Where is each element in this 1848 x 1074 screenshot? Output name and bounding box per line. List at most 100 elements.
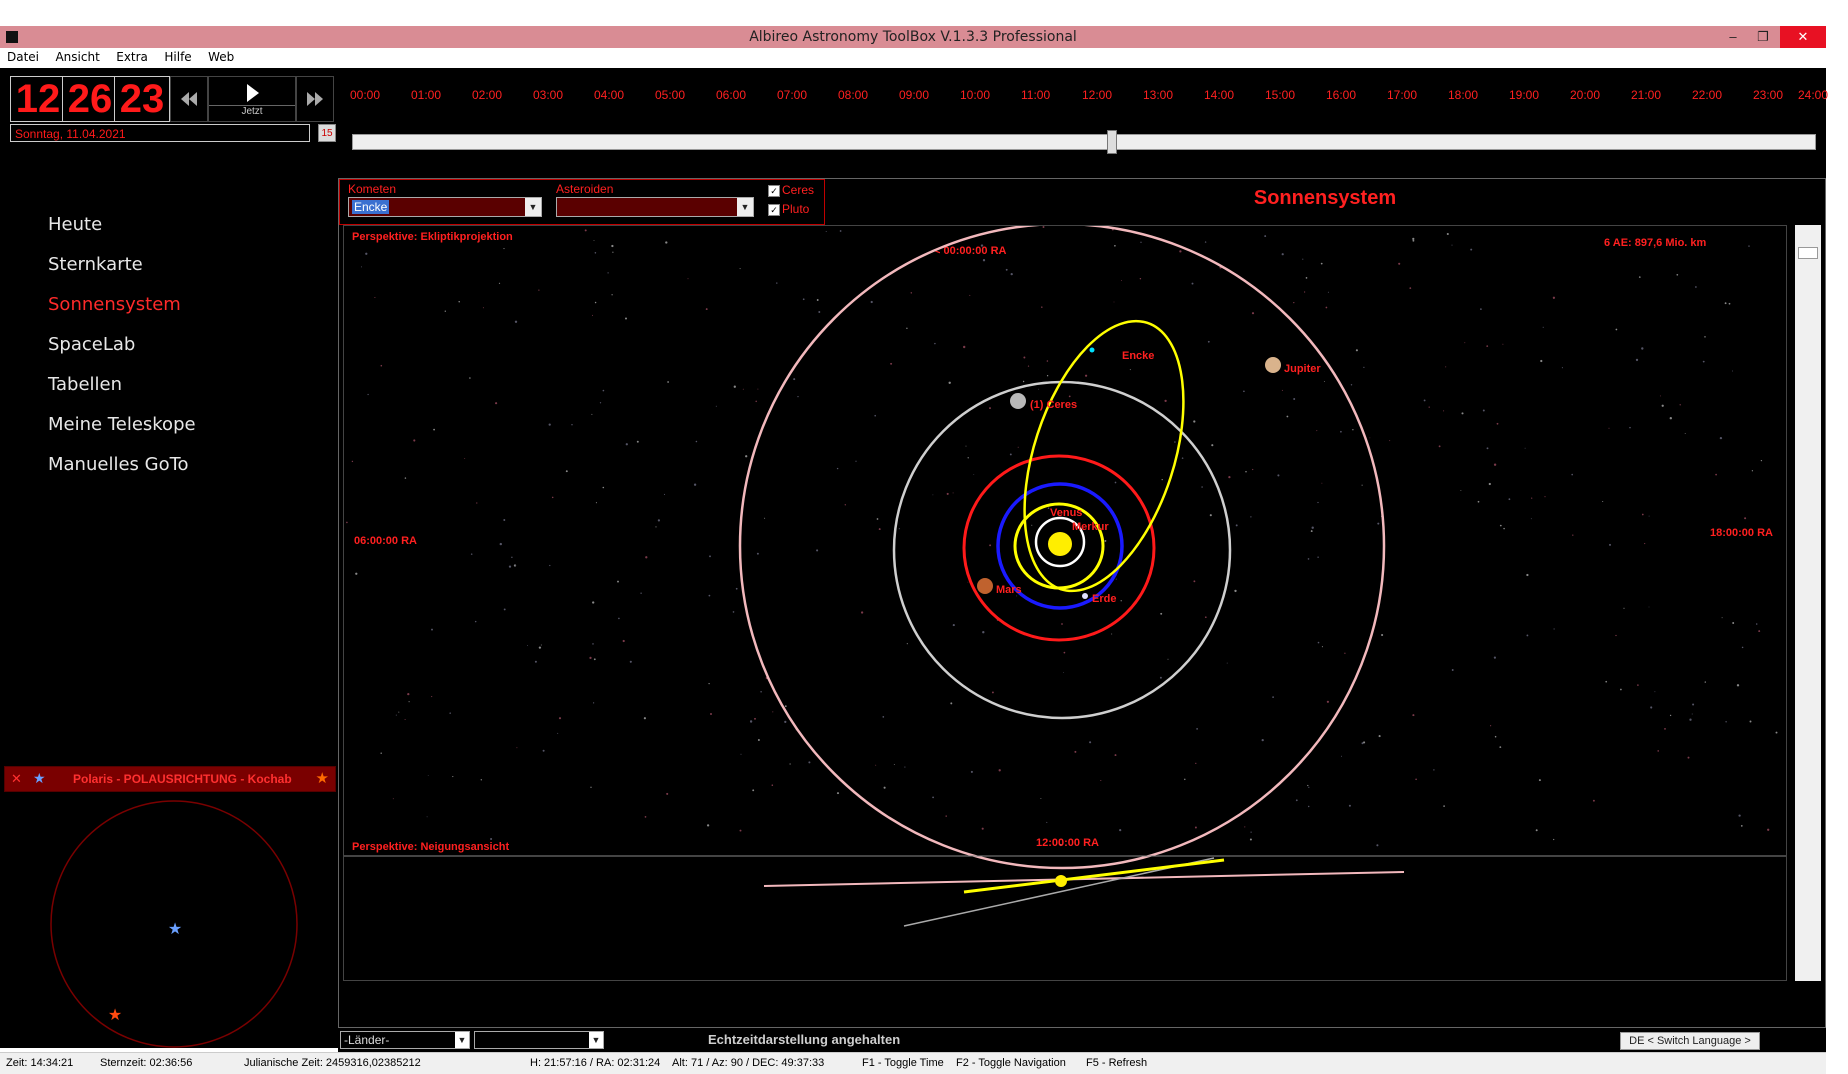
sidebar-item-sonnensystem[interactable]: Sonnensystem <box>48 294 181 315</box>
sidebar-item-tabellen[interactable]: Tabellen <box>48 374 122 395</box>
menu-ansicht[interactable]: Ansicht <box>50 48 104 66</box>
hour-label: 12:00 <box>1082 88 1113 102</box>
background-star <box>1524 447 1526 449</box>
time-slider-track[interactable] <box>352 134 1816 150</box>
background-star <box>1017 446 1019 448</box>
play-now-button[interactable]: Jetzt <box>208 76 296 122</box>
background-star <box>1684 433 1686 435</box>
minimize-button[interactable]: – <box>1718 26 1748 48</box>
sidebar-item-meine-teleskope[interactable]: Meine Teleskope <box>48 414 196 435</box>
sidebar-item-heute[interactable]: Heute <box>48 214 102 235</box>
background-star <box>1114 754 1117 757</box>
menu-extra[interactable]: Extra <box>111 48 153 66</box>
background-star <box>1451 669 1454 671</box>
time-toolbar: 12 26 23 Jetzt Sonntag, 11.04.2021 15 00… <box>0 68 1828 176</box>
background-star <box>607 272 609 274</box>
hour-label: 15:00 <box>1265 88 1296 102</box>
background-star <box>1063 672 1064 673</box>
background-star <box>346 521 348 524</box>
fast-forward-button[interactable] <box>296 76 334 122</box>
close-button[interactable]: ✕ <box>1780 26 1826 48</box>
background-star <box>965 445 967 447</box>
menu-datei[interactable]: Datei <box>2 48 44 66</box>
rewind-button[interactable] <box>170 76 208 122</box>
background-star <box>1412 237 1415 241</box>
sidebar-navigation: Heute Sternkarte Sonnensystem SpaceLab T… <box>4 176 336 766</box>
background-star <box>1046 375 1049 377</box>
clock-minutes[interactable]: 26 <box>62 76 118 122</box>
status-time: Zeit: 14:34:21 <box>6 1057 74 1069</box>
background-star <box>404 477 407 479</box>
country-select[interactable]: -Länder- ▼ <box>340 1031 470 1049</box>
menu-web[interactable]: Web <box>203 48 239 66</box>
status-sidereal: Sternzeit: 02:36:56 <box>100 1057 193 1069</box>
background-star <box>458 300 460 303</box>
date-field[interactable]: Sonntag, 11.04.2021 <box>10 124 310 142</box>
clock-hours[interactable]: 12 <box>10 76 66 122</box>
solar-system-view[interactable]: Perspektive: Ekliptikprojektion 6 AE: 89… <box>343 225 1787 981</box>
background-star <box>542 749 545 752</box>
background-star <box>1252 468 1254 471</box>
background-star <box>594 252 597 254</box>
background-star <box>476 502 478 504</box>
background-star <box>1084 374 1088 377</box>
restore-button[interactable]: ❐ <box>1748 26 1778 48</box>
background-star <box>584 229 587 232</box>
pluto-checkbox-label: Pluto <box>782 202 810 216</box>
background-star <box>1650 706 1653 709</box>
background-star <box>374 296 376 299</box>
zoom-scrollbar[interactable] <box>1795 225 1821 981</box>
title-bar[interactable]: Albireo Astronomy ToolBox V.1.3.3 Profes… <box>0 26 1826 48</box>
background-star <box>1228 475 1231 479</box>
switch-language-button[interactable]: DE < Switch Language > EN <box>1620 1032 1760 1063</box>
comet-select[interactable]: Encke ▼ <box>348 197 542 217</box>
clock-seconds[interactable]: 23 <box>114 76 170 122</box>
background-star <box>643 717 646 720</box>
polar-close-icon[interactable]: ✕ <box>11 771 22 787</box>
ra-label-right: 18:00:00 RA <box>1710 527 1773 539</box>
hour-label: 09:00 <box>899 88 930 102</box>
background-star <box>1415 778 1417 781</box>
background-star <box>1641 347 1644 350</box>
status-f2: F2 - Toggle Navigation <box>956 1057 1066 1069</box>
sidebar-item-sternkarte[interactable]: Sternkarte <box>48 254 143 275</box>
background-star <box>932 494 934 496</box>
sidebar-item-spacelab[interactable]: SpaceLab <box>48 334 135 355</box>
background-star <box>1732 370 1734 372</box>
background-star <box>1638 276 1641 278</box>
background-star <box>1659 395 1661 397</box>
background-star <box>1211 444 1214 447</box>
ceres-checkbox[interactable]: ✓ <box>768 185 780 197</box>
background-star <box>398 711 400 713</box>
background-star <box>433 428 435 431</box>
background-star <box>752 789 755 792</box>
city-select[interactable]: ▼ <box>474 1031 604 1049</box>
menu-hilfe[interactable]: Hilfe <box>159 48 196 66</box>
background-star <box>969 294 971 296</box>
background-star <box>1046 821 1048 823</box>
zoom-scrollbar-thumb[interactable] <box>1798 247 1818 259</box>
background-star <box>1010 272 1013 276</box>
background-star <box>709 555 711 558</box>
background-star <box>1140 241 1142 243</box>
background-star <box>1538 779 1541 782</box>
app-window: Albireo Astronomy ToolBox V.1.3.3 Profes… <box>0 26 1828 1074</box>
encke-label: Encke <box>1122 350 1154 362</box>
background-star <box>1251 312 1255 315</box>
background-star <box>482 307 484 309</box>
hour-label: 05:00 <box>655 88 686 102</box>
background-star <box>1293 398 1296 400</box>
background-star <box>1068 395 1071 398</box>
background-star <box>1204 616 1207 619</box>
background-star <box>1325 306 1328 309</box>
calendar-icon[interactable]: 15 <box>318 124 336 142</box>
background-star <box>1120 600 1122 602</box>
asteroid-select[interactable]: ▼ <box>556 197 754 217</box>
time-slider-thumb[interactable] <box>1106 130 1117 154</box>
merkur-label: Merkur <box>1072 521 1109 533</box>
pluto-checkbox[interactable]: ✓ <box>768 204 780 216</box>
sidebar-item-manuelles-goto[interactable]: Manuelles GoTo <box>48 454 189 475</box>
status-bar: Zeit: 14:34:21 Sternzeit: 02:36:56 Julia… <box>0 1052 1826 1074</box>
background-star <box>1361 484 1363 486</box>
background-star <box>495 402 498 405</box>
